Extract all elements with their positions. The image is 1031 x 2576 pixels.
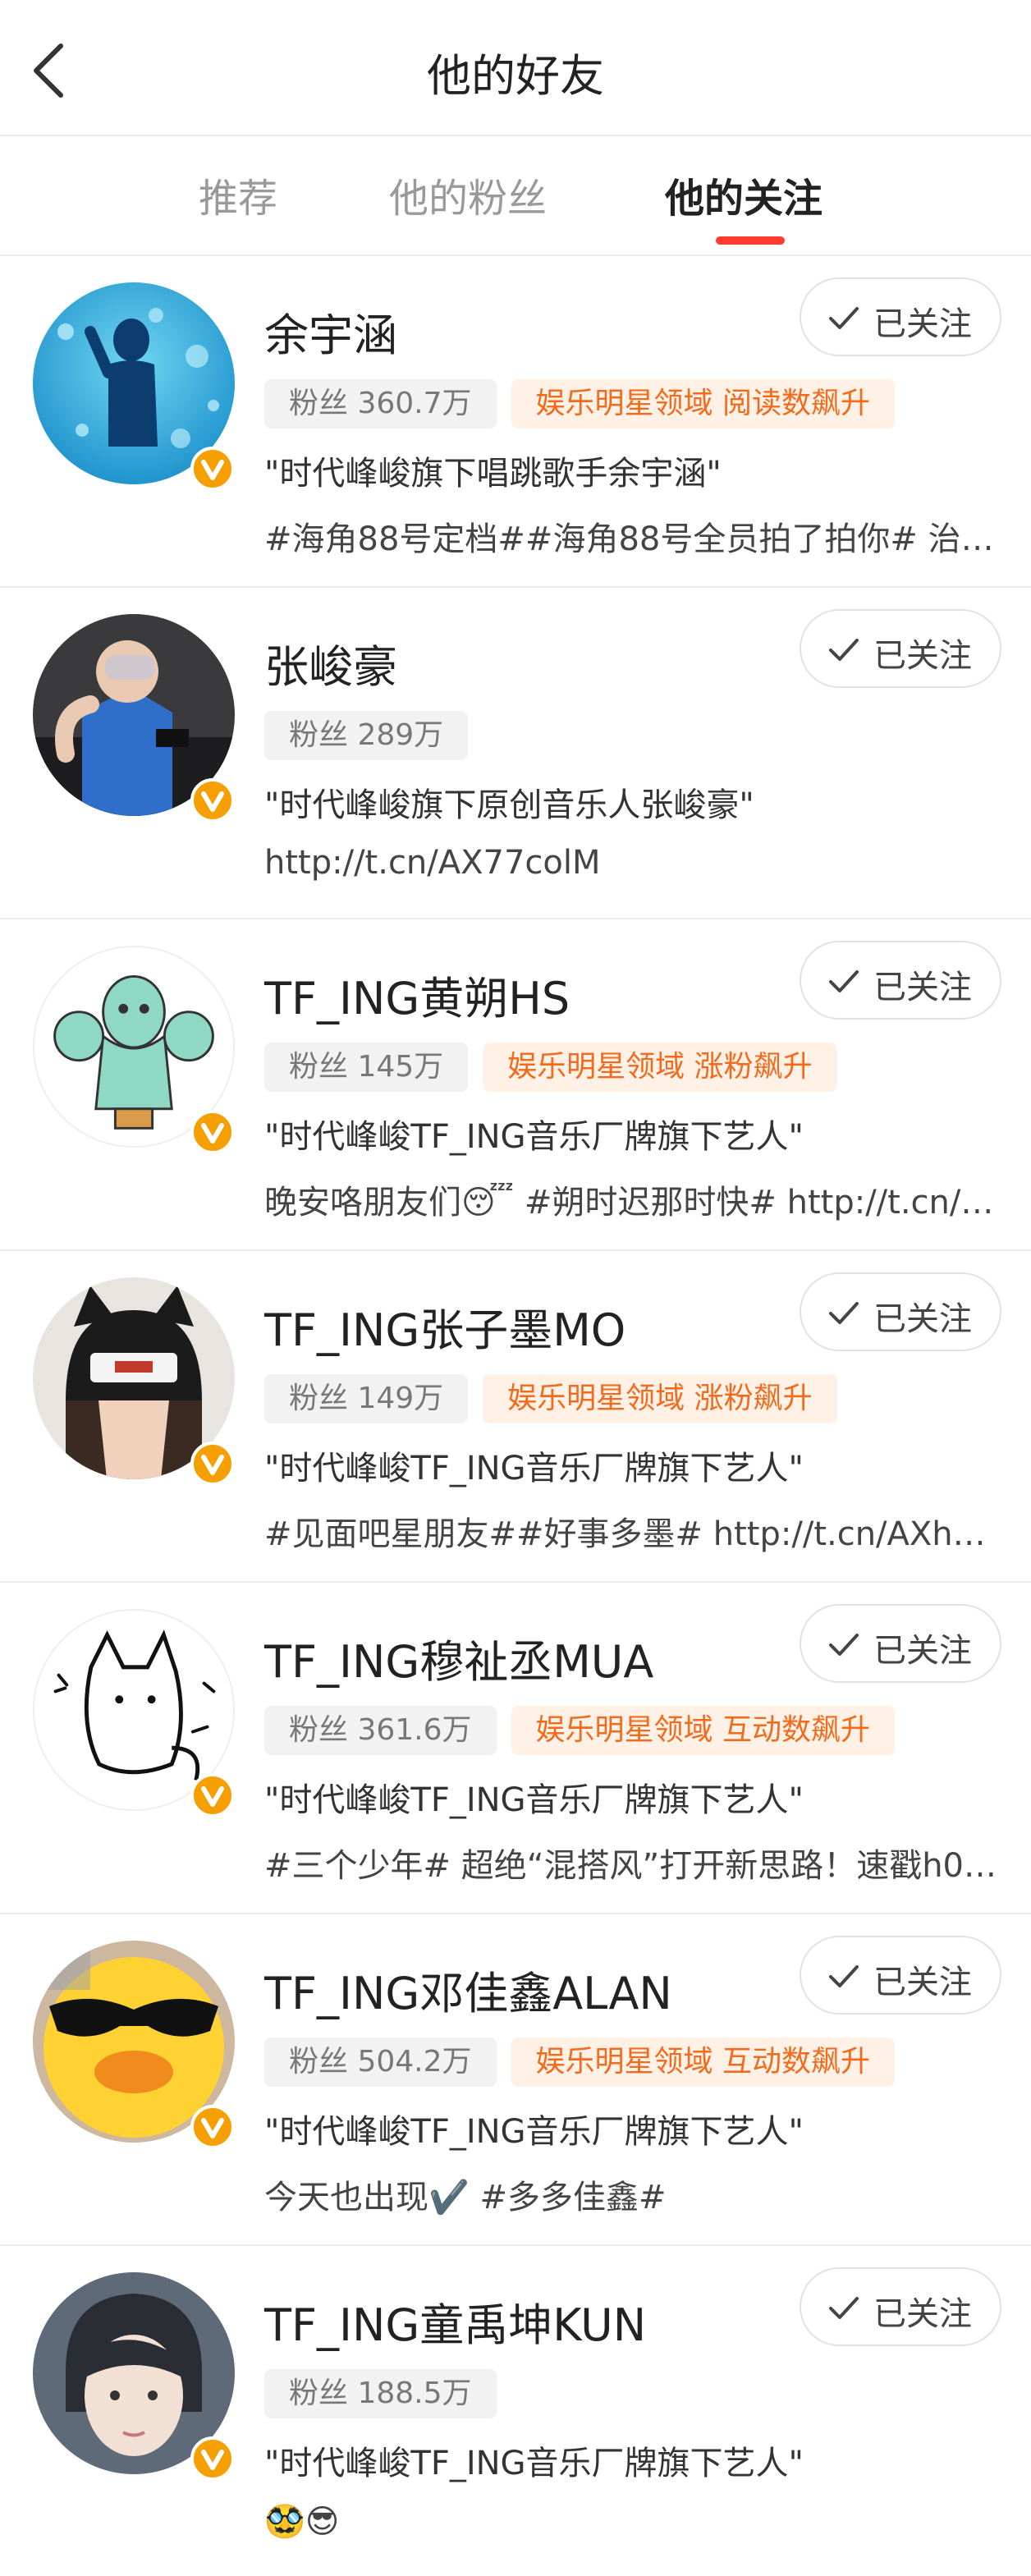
user-name[interactable]: TF_ING邓佳鑫ALAN [264, 1957, 672, 2022]
page-title: 他的好友 [427, 50, 604, 102]
user-name[interactable]: 张峻豪 [264, 630, 397, 695]
following-button[interactable]: 已关注 [800, 941, 1001, 1020]
following-button[interactable]: 已关注 [800, 1604, 1001, 1683]
following-label: 已关注 [873, 1964, 972, 2001]
user-bio: "时代峰峻旗下原创音乐人张峻豪" [264, 786, 754, 824]
user-bio: "时代峰峻TF_ING音乐厂牌旗下艺人" [264, 2445, 804, 2482]
following-label: 已关注 [873, 969, 972, 1006]
trend-tag[interactable]: 娱乐明星领域 互动数飙升 [511, 2037, 895, 2087]
latest-post[interactable]: #三个少年# 超绝“混搭风”打开新思路！速戳h000000 [264, 1839, 1000, 1886]
following-button[interactable]: 已关注 [800, 1936, 1001, 2015]
fans-count: 粉丝 360.7万 [264, 379, 497, 429]
following-label: 已关注 [873, 1632, 972, 1670]
fans-count: 粉丝 145万 [264, 1043, 469, 1092]
user-bio: "时代峰峻TF_ING音乐厂牌旗下艺人" [264, 2113, 804, 2151]
check-icon [829, 1302, 859, 1324]
tab-his-fans[interactable]: 他的粉丝 [389, 166, 547, 223]
active-tab-indicator [716, 236, 785, 245]
user-row[interactable]: TF_ING邓佳鑫ALAN 已关注 粉丝 504.2万 娱乐明星领域 互动数飙升 … [0, 1914, 1031, 2246]
following-label: 已关注 [873, 1300, 972, 1338]
following-button[interactable]: 已关注 [800, 277, 1001, 356]
latest-post[interactable]: #见面吧星朋友##好事多墨# http://t.cn/AXh00000 [264, 1507, 1000, 1555]
user-bio: "时代峰峻TF_ING音乐厂牌旗下艺人" [264, 1450, 804, 1487]
check-icon [829, 2297, 859, 2319]
check-icon [829, 1965, 859, 1987]
latest-post[interactable]: 今天也出现✔️ #多多佳鑫# [264, 2170, 1000, 2218]
fans-count: 粉丝 504.2万 [264, 2037, 497, 2087]
user-name[interactable]: TF_ING张子墨MO [264, 1294, 625, 1359]
trend-tag[interactable]: 娱乐明星领域 涨粉飙升 [483, 1374, 837, 1423]
verified-badge-icon [190, 1442, 235, 1486]
following-label: 已关注 [873, 305, 972, 343]
user-bio: "时代峰峻TF_ING音乐厂牌旗下艺人" [264, 1781, 804, 1819]
verified-badge-icon [190, 2105, 235, 2149]
latest-post[interactable]: #海角88号定档##海角88号全员拍了拍你# 治愈系综艺来了 [264, 512, 1000, 560]
fans-count: 粉丝 188.5万 [264, 2369, 497, 2418]
following-label: 已关注 [873, 637, 972, 675]
fans-count: 粉丝 289万 [264, 711, 469, 760]
fans-count: 粉丝 361.6万 [264, 1706, 497, 1755]
user-bio: "时代峰峻旗下唱跳歌手余宇涵" [264, 455, 722, 493]
following-button[interactable]: 已关注 [800, 609, 1001, 688]
trend-tag[interactable]: 娱乐明星领域 涨粉飙升 [483, 1043, 837, 1092]
user-row[interactable]: 余宇涵 已关注 粉丝 360.7万 娱乐明星领域 阅读数飙升 "时代峰峻旗下唱跳歌… [0, 256, 1031, 588]
user-row[interactable]: 张峻豪 已关注 粉丝 289万 "时代峰峻旗下原创音乐人张峻豪" http://… [0, 588, 1031, 919]
user-name[interactable]: 余宇涵 [264, 299, 397, 364]
user-name[interactable]: TF_ING黄朔HS [264, 962, 570, 1027]
following-label: 已关注 [873, 2295, 972, 2333]
user-row[interactable]: TF_ING张子墨MO 已关注 粉丝 149万 娱乐明星领域 涨粉飙升 "时代峰峻… [0, 1251, 1031, 1583]
check-icon [829, 970, 859, 992]
user-name[interactable]: TF_ING穆祉丞MUA [264, 1625, 653, 1690]
user-row[interactable]: TF_ING黄朔HS 已关注 粉丝 145万 娱乐明星领域 涨粉飙升 "时代峰峻T… [0, 919, 1031, 1251]
following-list: 余宇涵 已关注 粉丝 360.7万 娱乐明星领域 阅读数飙升 "时代峰峻旗下唱跳歌… [0, 256, 1031, 2576]
user-row[interactable]: TF_ING童禹坤KUN 已关注 粉丝 188.5万 "时代峰峻TF_ING音乐… [0, 2246, 1031, 2576]
trend-tag[interactable]: 娱乐明星领域 阅读数飙升 [511, 379, 895, 429]
tab-recommend[interactable]: 推荐 [199, 166, 277, 223]
verified-badge-icon [190, 778, 235, 823]
latest-post[interactable]: 晚安咯朋友们😴 #朔时迟那时快# http://t.cn/AX00000 [264, 1176, 1000, 1223]
user-bio: "时代峰峻TF_ING音乐厂牌旗下艺人" [264, 1118, 804, 1156]
user-name[interactable]: TF_ING童禹坤KUN [264, 2289, 646, 2354]
check-icon [829, 1634, 859, 1656]
verified-badge-icon [190, 447, 235, 491]
tab-his-following[interactable]: 他的关注 [665, 166, 823, 223]
user-row[interactable]: TF_ING穆祉丞MUA 已关注 粉丝 361.6万 娱乐明星领域 互动数飙升 "… [0, 1583, 1031, 1914]
check-icon [829, 307, 859, 329]
following-button[interactable]: 已关注 [800, 1272, 1001, 1351]
verified-badge-icon [190, 1110, 235, 1154]
trend-tag[interactable]: 娱乐明星领域 互动数飙升 [511, 1706, 895, 1755]
fans-count: 粉丝 149万 [264, 1374, 469, 1423]
verified-badge-icon [190, 1773, 235, 1817]
following-button[interactable]: 已关注 [800, 2267, 1001, 2346]
nav-header: 他的好友 [0, 0, 1031, 136]
check-icon [829, 639, 859, 661]
latest-post[interactable]: http://t.cn/AX77colM [264, 844, 1000, 882]
tab-bar: 推荐 他的粉丝 他的关注 [0, 136, 1031, 256]
verified-badge-icon [190, 2436, 235, 2481]
latest-post[interactable]: 🥸😎 [264, 2502, 1000, 2541]
